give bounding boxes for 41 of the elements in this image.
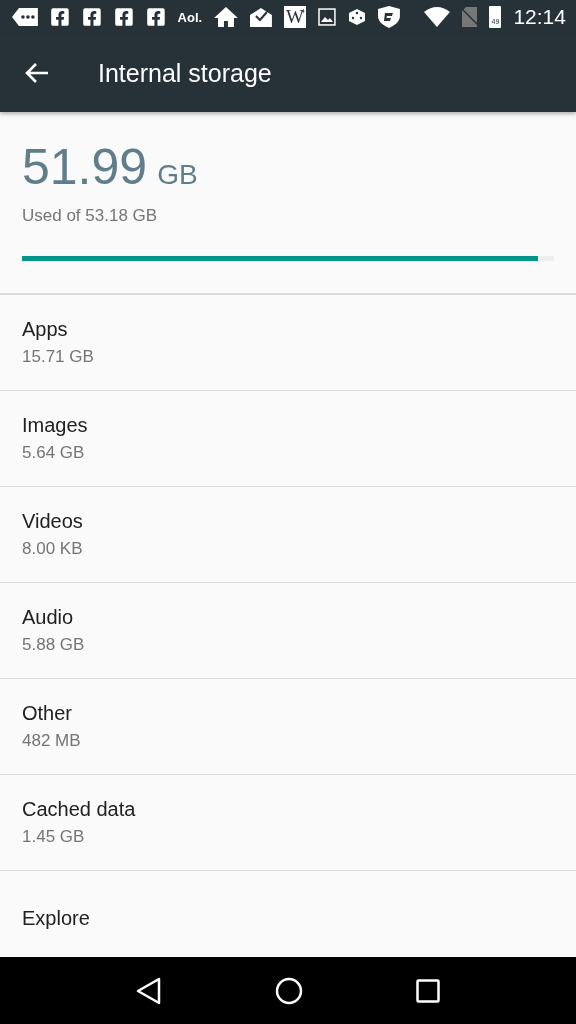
storage-category-item[interactable]: Audio 5.88 GB xyxy=(0,583,576,679)
facebook-icon xyxy=(49,7,70,27)
facebook-icon xyxy=(81,7,102,27)
shield-icon xyxy=(377,6,400,28)
back-nav-button[interactable] xyxy=(136,976,163,1005)
category-size: 5.88 GB xyxy=(22,635,86,655)
category-name: Cached data xyxy=(22,798,137,821)
category-name: Videos xyxy=(22,510,84,533)
aol-label: Aol. xyxy=(177,9,203,25)
category-name: Images xyxy=(22,414,89,437)
storage-category-item[interactable]: Apps 15.71 GB xyxy=(0,295,576,391)
wifi-icon xyxy=(423,7,450,27)
storage-category-item[interactable]: Images 5.64 GB xyxy=(0,391,576,487)
screen-title: Internal storage xyxy=(98,58,272,88)
category-name: Apps xyxy=(22,318,69,341)
more-icon xyxy=(12,8,38,26)
home-icon xyxy=(214,7,239,27)
recents-nav-button[interactable] xyxy=(415,978,440,1003)
used-unit: GB xyxy=(157,159,198,191)
storage-category-item[interactable]: Videos 8.00 KB xyxy=(0,487,576,583)
clock-time: 12:14 xyxy=(513,5,566,29)
dice-icon xyxy=(347,8,366,26)
category-size: 5.64 GB xyxy=(22,443,86,463)
total-caption: Used of 53.18 GB xyxy=(22,206,159,226)
back-button[interactable] xyxy=(24,62,50,84)
storage-category-item[interactable]: Cached data 1.45 GB xyxy=(0,775,576,871)
category-size: 482 MB xyxy=(22,731,82,751)
mail-check-icon xyxy=(250,7,272,27)
no-sim-icon xyxy=(461,7,478,27)
home-nav-button[interactable] xyxy=(275,976,303,1005)
facebook-icon xyxy=(113,7,134,27)
used-amount: 51.99 xyxy=(22,138,148,196)
category-name: Explore xyxy=(22,907,91,930)
category-size: 15.71 GB xyxy=(22,347,95,367)
category-name: Other xyxy=(22,702,74,725)
category-size: 1.45 GB xyxy=(22,827,86,847)
category-size: 8.00 KB xyxy=(22,539,84,559)
storage-category-item[interactable]: Other 482 MB xyxy=(0,679,576,775)
image-icon xyxy=(317,8,336,26)
facebook-icon xyxy=(145,7,166,27)
category-name: Audio xyxy=(22,606,75,629)
